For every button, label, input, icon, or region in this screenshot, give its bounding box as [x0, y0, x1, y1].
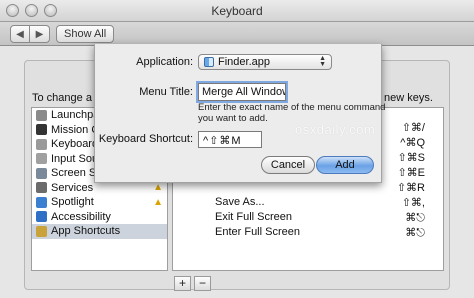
- category-label: Input Sou: [51, 152, 99, 165]
- app-shortcuts-icon: [36, 225, 47, 237]
- category-label: Accessibility: [51, 210, 111, 223]
- chevron-right-icon: ▶: [35, 28, 44, 40]
- shortcut-keys: ⇧⌘/: [401, 122, 425, 134]
- instructions-text-end: new keys.: [384, 92, 433, 104]
- forward-button[interactable]: ▶: [30, 25, 50, 43]
- warning-icon: ▲: [153, 196, 163, 208]
- category-item[interactable]: Spotlight ▲: [32, 195, 167, 210]
- shortcut-name: Save As...: [215, 196, 265, 208]
- instructions-text: To change a s: [32, 92, 101, 104]
- warning-icon: ▲: [153, 182, 163, 194]
- input-sources-icon: [36, 153, 47, 165]
- menu-title-input[interactable]: Merge All Windows: [198, 83, 286, 101]
- keyboard-icon: [36, 138, 47, 150]
- shortcut-keys: ^⌘Q: [400, 137, 425, 149]
- screen-shots-icon: [36, 167, 47, 179]
- shortcut-name: Enter Full Screen: [215, 226, 300, 238]
- popup-arrows-icon: ▲ ▼: [319, 55, 326, 68]
- application-popup[interactable]: Finder.app ▲ ▼: [198, 54, 332, 70]
- shortcut-keys: ⇧⌘S: [397, 152, 425, 164]
- launchpad-icon: [36, 109, 47, 121]
- menu-title-label: Menu Title:: [139, 86, 193, 98]
- category-label: Spotlight: [51, 196, 94, 209]
- shortcut-keys: ⇧⌘,: [401, 197, 425, 209]
- title-bar: Keyboard: [0, 0, 474, 22]
- mission-control-icon: [36, 124, 47, 136]
- help-text-line1: Enter the exact name of the menu command: [198, 102, 386, 113]
- shortcut-name: Exit Full Screen: [215, 211, 293, 223]
- finder-icon: [204, 57, 214, 67]
- category-label: Mission C: [51, 123, 100, 136]
- keyboard-shortcut-input[interactable]: ^⇧⌘M: [198, 131, 262, 148]
- application-label: Application:: [136, 56, 193, 68]
- nav-buttons: ◀ ▶: [10, 25, 50, 43]
- add-shortcut-button[interactable]: +: [174, 276, 191, 291]
- category-label: App Shortcuts: [51, 225, 121, 238]
- shortcut-keys: ⌘⎋: [405, 227, 425, 239]
- category-label: Services: [51, 181, 94, 194]
- remove-shortcut-button[interactable]: −: [194, 276, 211, 291]
- shortcut-row[interactable]: Enter Full Screen ⌘⎋: [173, 225, 443, 240]
- shortcut-keys: ⌘⎋: [405, 212, 425, 224]
- category-label: Launchpa: [51, 109, 100, 122]
- accessibility-icon: [36, 211, 47, 223]
- category-item[interactable]: Accessibility: [32, 210, 167, 225]
- toolbar: ◀ ▶ Show All: [0, 22, 474, 46]
- keyboard-shortcut-label: Keyboard Shortcut:: [98, 133, 193, 145]
- shortcut-row[interactable]: Save As... ⇧⌘,: [173, 195, 443, 210]
- shortcut-keys: ⇧⌘R: [396, 182, 425, 194]
- show-all-button[interactable]: Show All: [56, 25, 115, 43]
- category-item[interactable]: App Shortcuts: [32, 224, 167, 239]
- cancel-button[interactable]: Cancel: [261, 156, 315, 174]
- add-button[interactable]: Add: [316, 156, 374, 174]
- shortcut-row[interactable]: Exit Full Screen ⌘⎋: [173, 210, 443, 225]
- back-button[interactable]: ◀: [10, 25, 30, 43]
- chevron-left-icon: ◀: [16, 28, 24, 40]
- application-value: Finder.app: [218, 56, 270, 68]
- category-label: Keyboard: [51, 138, 99, 151]
- window-title: Keyboard: [211, 4, 263, 18]
- spotlight-icon: [36, 196, 47, 208]
- services-icon: [36, 182, 47, 194]
- menu-title-help: Enter the exact name of the menu command…: [198, 102, 385, 124]
- add-shortcut-sheet: Application: Finder.app ▲ ▼ Menu Title: M…: [94, 44, 385, 183]
- watermark-text: osxdaily.com: [295, 122, 376, 137]
- shortcut-keys: ⇧⌘E: [397, 167, 425, 179]
